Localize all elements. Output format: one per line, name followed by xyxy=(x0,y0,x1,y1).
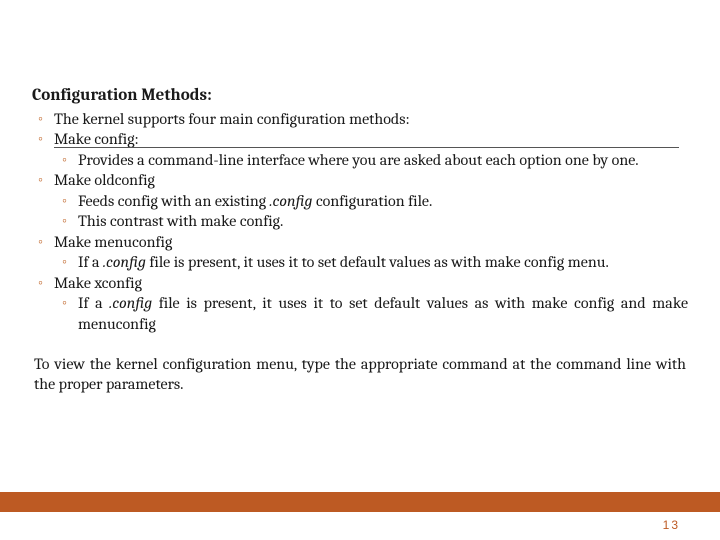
bullet-list: The kernel supports four main configurat… xyxy=(32,109,688,334)
text: configuration file. xyxy=(312,192,432,210)
list-item: Make menuconfig If a .config file is pre… xyxy=(54,232,688,273)
paragraph: To view the kernel configuration menu, t… xyxy=(32,354,688,394)
list-item: Provides a command-line interface where … xyxy=(78,150,688,170)
text: file is present, it uses it to set defau… xyxy=(146,253,609,271)
list-item-label: Make config: xyxy=(54,130,139,148)
list-item: If a .config file is present, it uses it… xyxy=(78,293,688,334)
page-number: 13 xyxy=(663,518,680,532)
italic-text: .config xyxy=(109,294,152,312)
list-item-label: Make xconfig xyxy=(54,274,142,292)
italic-text: .config xyxy=(270,192,313,210)
heading: Configuration Methods: xyxy=(32,86,688,105)
text: If a xyxy=(78,294,109,312)
list-item: If a .config file is present, it uses it… xyxy=(78,252,688,272)
underlined-text: Make config: xyxy=(54,129,139,149)
list-item: The kernel supports four main configurat… xyxy=(54,109,688,129)
list-item-label: Make menuconfig xyxy=(54,233,172,251)
list-item: Make xconfig If a .config file is presen… xyxy=(54,273,688,334)
text: file is present, it uses it to set defau… xyxy=(78,294,688,332)
list-item: Feeds config with an existing .config co… xyxy=(78,191,688,211)
text: If a xyxy=(78,253,103,271)
list-item-label: Make oldconfig xyxy=(54,171,155,189)
slide-content: Configuration Methods: The kernel suppor… xyxy=(0,0,720,394)
list-item: This contrast with make config. xyxy=(78,211,688,231)
underline-rule xyxy=(54,147,679,148)
footer-orange-bar xyxy=(0,492,720,512)
italic-text: .config xyxy=(103,253,146,271)
text: Feeds config with an existing xyxy=(78,192,270,210)
list-item: Make oldconfig Feeds config with an exis… xyxy=(54,170,688,231)
list-item: Make config: Provides a command-line int… xyxy=(54,129,688,170)
